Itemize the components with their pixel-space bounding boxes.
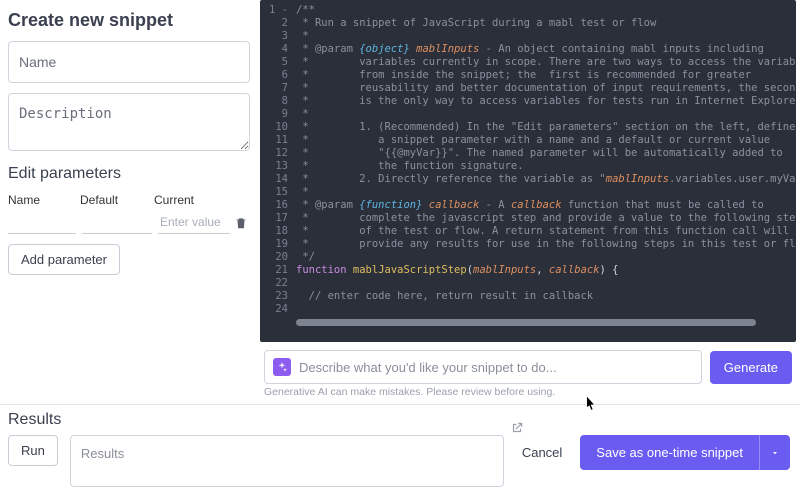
param-header: Name Default Current [8, 193, 250, 207]
editor-horizontal-scrollbar[interactable] [260, 318, 796, 327]
generate-button[interactable]: Generate [710, 351, 792, 384]
ai-prompt-wrap [264, 350, 702, 384]
bottom-panel: Results Run Cancel Save as one-time snip… [0, 404, 800, 500]
save-dropdown-button[interactable] [759, 435, 790, 470]
ai-prompt-input[interactable] [299, 360, 693, 375]
param-col-default: Default [80, 193, 154, 207]
add-parameter-button[interactable]: Add parameter [8, 244, 120, 275]
results-title: Results [8, 411, 790, 429]
save-split-button: Save as one-time snippet [580, 435, 790, 470]
edit-params-title: Edit parameters [8, 165, 250, 183]
page-title: Create new snippet [8, 10, 250, 31]
param-name-input[interactable] [8, 211, 76, 234]
param-col-name: Name [8, 193, 80, 207]
sparkle-icon [273, 358, 291, 376]
run-button[interactable]: Run [8, 435, 58, 466]
ai-hint: Generative AI can make mistakes. Please … [260, 386, 796, 404]
code-editor[interactable]: 1 - 2 3 4 5 6 7 8 9 10 11 12 13 14 15 16… [260, 0, 796, 342]
right-panel: 1 - 2 3 4 5 6 7 8 9 10 11 12 13 14 15 16… [260, 0, 800, 404]
chevron-down-icon [770, 448, 780, 458]
popout-icon[interactable] [510, 421, 524, 435]
trash-icon[interactable] [234, 216, 248, 230]
param-col-current: Current [154, 193, 250, 207]
cancel-button[interactable]: Cancel [516, 435, 568, 470]
param-default-input[interactable] [82, 211, 152, 234]
name-input[interactable] [8, 41, 250, 83]
left-panel: Create new snippet Edit parameters Name … [0, 0, 260, 404]
param-current-input[interactable] [158, 211, 230, 234]
param-row [8, 211, 250, 234]
results-output[interactable] [70, 435, 504, 487]
description-input[interactable] [8, 93, 250, 151]
save-button[interactable]: Save as one-time snippet [580, 435, 759, 470]
